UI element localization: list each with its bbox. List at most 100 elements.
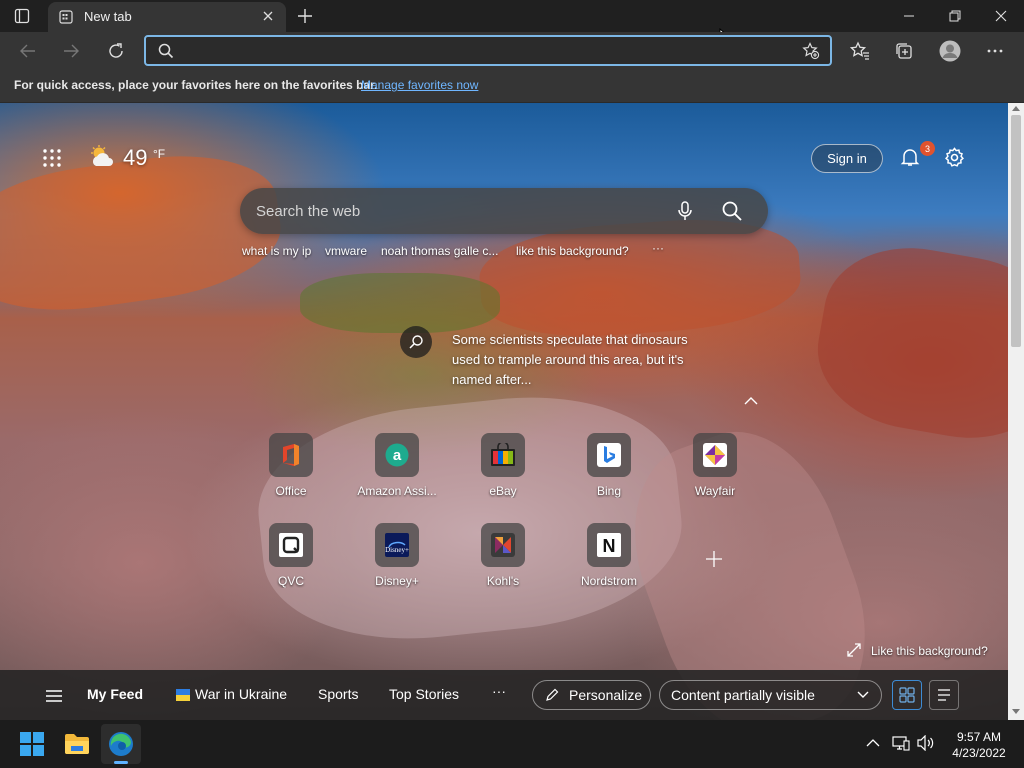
wayfair-icon: [693, 433, 737, 477]
apps-launcher-icon[interactable]: [42, 148, 62, 168]
svg-text:a: a: [393, 447, 402, 464]
office-icon: [269, 433, 313, 477]
restore-button[interactable]: [932, 0, 978, 32]
grid-layout-button[interactable]: [892, 680, 922, 710]
partly-cloudy-icon[interactable]: [89, 145, 115, 169]
quick-link-label: Kohl's: [486, 574, 520, 588]
minimize-button[interactable]: [886, 0, 932, 32]
notification-count-badge: 3: [920, 141, 935, 156]
feed-tab-war-in-ukraine[interactable]: War in Ukraine: [195, 686, 287, 702]
search-submit-icon[interactable]: [722, 201, 742, 221]
profile-avatar[interactable]: [933, 34, 967, 68]
feed-tab-sports[interactable]: Sports: [318, 686, 358, 702]
sign-in-button[interactable]: Sign in: [811, 144, 883, 173]
clock-time: 9:57 AM: [956, 730, 1002, 744]
personalize-label: Personalize: [569, 687, 643, 703]
quick-link-ebay[interactable]: eBay: [458, 433, 548, 503]
close-tab-icon[interactable]: [262, 10, 274, 22]
folder-icon: [65, 734, 89, 754]
search-suggestion[interactable]: vmware: [325, 244, 367, 258]
quick-link-wayfair[interactable]: Wayfair: [670, 433, 760, 503]
hamburger-menu-icon[interactable]: [45, 689, 63, 703]
add-favorite-icon[interactable]: [802, 42, 820, 60]
microphone-icon[interactable]: [678, 201, 692, 221]
address-bar[interactable]: [144, 35, 832, 66]
clock-date: 4/23/2022: [952, 746, 1006, 760]
browser-toolbar: [0, 32, 1024, 70]
add-quick-link-button[interactable]: [705, 550, 723, 568]
active-app-indicator: [114, 761, 128, 764]
forward-button[interactable]: [54, 34, 88, 68]
background-rock: [249, 381, 691, 655]
favorites-bar-message: For quick access, place your favorites h…: [14, 78, 378, 92]
like-background-button[interactable]: Like this background?: [847, 643, 988, 658]
background-rock: [806, 233, 1008, 453]
chevron-up-icon[interactable]: [866, 738, 880, 748]
web-search-box[interactable]: Search the web: [240, 188, 768, 234]
tab-actions-icon[interactable]: [14, 8, 30, 24]
content-visibility-value: Content partially visible: [671, 687, 815, 703]
background-info-search-icon[interactable]: [400, 326, 432, 358]
bing-icon: [587, 433, 631, 477]
quick-link-kohls[interactable]: Kohl's: [458, 523, 548, 593]
nordstrom-icon: N: [587, 523, 631, 567]
taskbar-clock[interactable]: 9:57 AM 4/23/2022: [944, 729, 1014, 761]
collections-button[interactable]: [887, 34, 921, 68]
quick-link-office[interactable]: Office: [246, 433, 336, 503]
feed-tab-top-stories[interactable]: Top Stories: [389, 686, 459, 702]
refresh-button[interactable]: [99, 34, 133, 68]
more-options-button[interactable]: [978, 34, 1012, 68]
svg-text:N: N: [603, 536, 616, 556]
quick-link-nordstrom[interactable]: N Nordstrom: [564, 523, 654, 593]
address-input[interactable]: [180, 41, 780, 61]
feed-tab-my-feed[interactable]: My Feed: [87, 686, 143, 702]
search-suggestion[interactable]: noah thomas galle c...: [381, 244, 498, 258]
edge-taskbar-button[interactable]: [101, 724, 141, 764]
quick-link-amazon-assistant[interactable]: a Amazon Assi...: [352, 433, 442, 503]
grid-icon: [899, 687, 915, 703]
edge-browser-icon: [109, 732, 133, 756]
search-placeholder: Search the web: [256, 203, 361, 220]
personalize-button[interactable]: Personalize: [532, 680, 651, 710]
favorites-button[interactable]: [843, 34, 877, 68]
chevron-up-icon[interactable]: [744, 396, 758, 406]
quick-link-label: Disney+: [375, 574, 419, 588]
expand-icon: [847, 643, 861, 657]
scroll-up-arrow-icon[interactable]: [1012, 105, 1020, 111]
weather-temperature[interactable]: 49: [123, 145, 147, 171]
list-icon: [938, 689, 950, 701]
page-scrollbar[interactable]: [1008, 103, 1024, 720]
content-visibility-dropdown[interactable]: Content partially visible: [659, 680, 882, 710]
network-icon[interactable]: [892, 735, 910, 751]
amazon-assistant-icon: a: [375, 433, 419, 477]
ebay-icon: [481, 433, 525, 477]
quick-link-qvc[interactable]: QVC: [246, 523, 336, 593]
more-suggestions-button[interactable]: ···: [652, 241, 664, 255]
ukraine-flag-icon: [176, 689, 190, 701]
file-explorer-button[interactable]: [57, 724, 97, 764]
qvc-icon: [269, 523, 313, 567]
search-suggestion[interactable]: like this background?: [516, 244, 629, 258]
scrollbar-thumb[interactable]: [1011, 115, 1021, 347]
weather-unit[interactable]: °F: [153, 147, 165, 161]
quick-link-label: Wayfair: [694, 484, 736, 498]
notifications-bell-icon[interactable]: [900, 147, 920, 167]
volume-icon[interactable]: [917, 735, 935, 751]
back-button[interactable]: [11, 34, 45, 68]
tab-new-tab[interactable]: New tab: [48, 2, 286, 32]
search-suggestion[interactable]: what is my ip: [242, 244, 311, 258]
start-button[interactable]: [12, 724, 52, 764]
scroll-down-arrow-icon[interactable]: [1012, 709, 1020, 715]
settings-gear-icon[interactable]: [944, 147, 965, 168]
close-window-button[interactable]: [978, 0, 1024, 32]
disney-plus-icon: Disney+: [375, 523, 419, 567]
manage-favorites-link[interactable]: Manage favorites now: [361, 78, 478, 92]
new-tab-button[interactable]: [296, 7, 314, 25]
feed-more-button[interactable]: ···: [492, 683, 506, 699]
background-info-text[interactable]: Some scientists speculate that dinosaurs…: [452, 330, 712, 390]
quick-link-disney-plus[interactable]: Disney+ Disney+: [352, 523, 442, 593]
list-layout-button[interactable]: [929, 680, 959, 710]
quick-link-bing[interactable]: Bing: [564, 433, 654, 503]
chevron-down-icon: [857, 691, 869, 699]
quick-link-label: QVC: [277, 574, 304, 588]
